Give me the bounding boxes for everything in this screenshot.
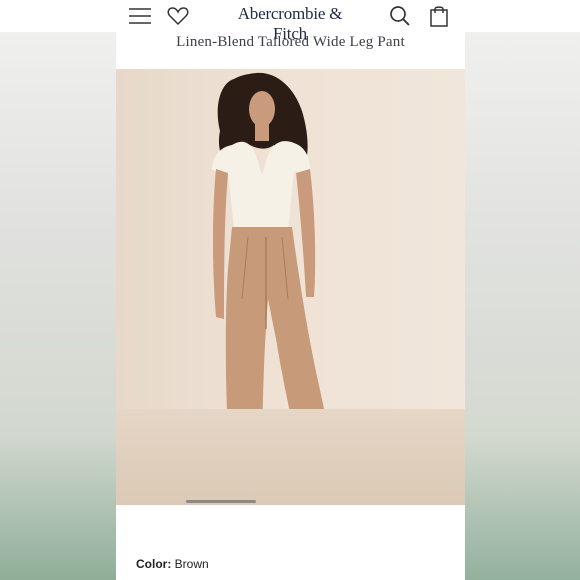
blurred-background-left [0,0,116,580]
color-label: Color: [136,557,172,571]
search-icon[interactable] [387,4,413,28]
shopping-bag-icon[interactable] [426,4,452,28]
product-image[interactable] [116,69,465,505]
studio-floor [116,409,465,505]
image-carousel-indicator[interactable] [186,500,256,503]
color-selector-label: Color: Brown [136,557,209,571]
blurred-background-right [465,0,580,580]
top-navigation-bar: Abercrombie & Fitch [0,0,580,43]
color-value: Brown [174,557,209,571]
product-title: Linen-Blend Tailored Wide Leg Pant [176,34,405,50]
hamburger-menu-icon[interactable] [127,4,153,28]
heart-icon[interactable] [165,4,191,28]
